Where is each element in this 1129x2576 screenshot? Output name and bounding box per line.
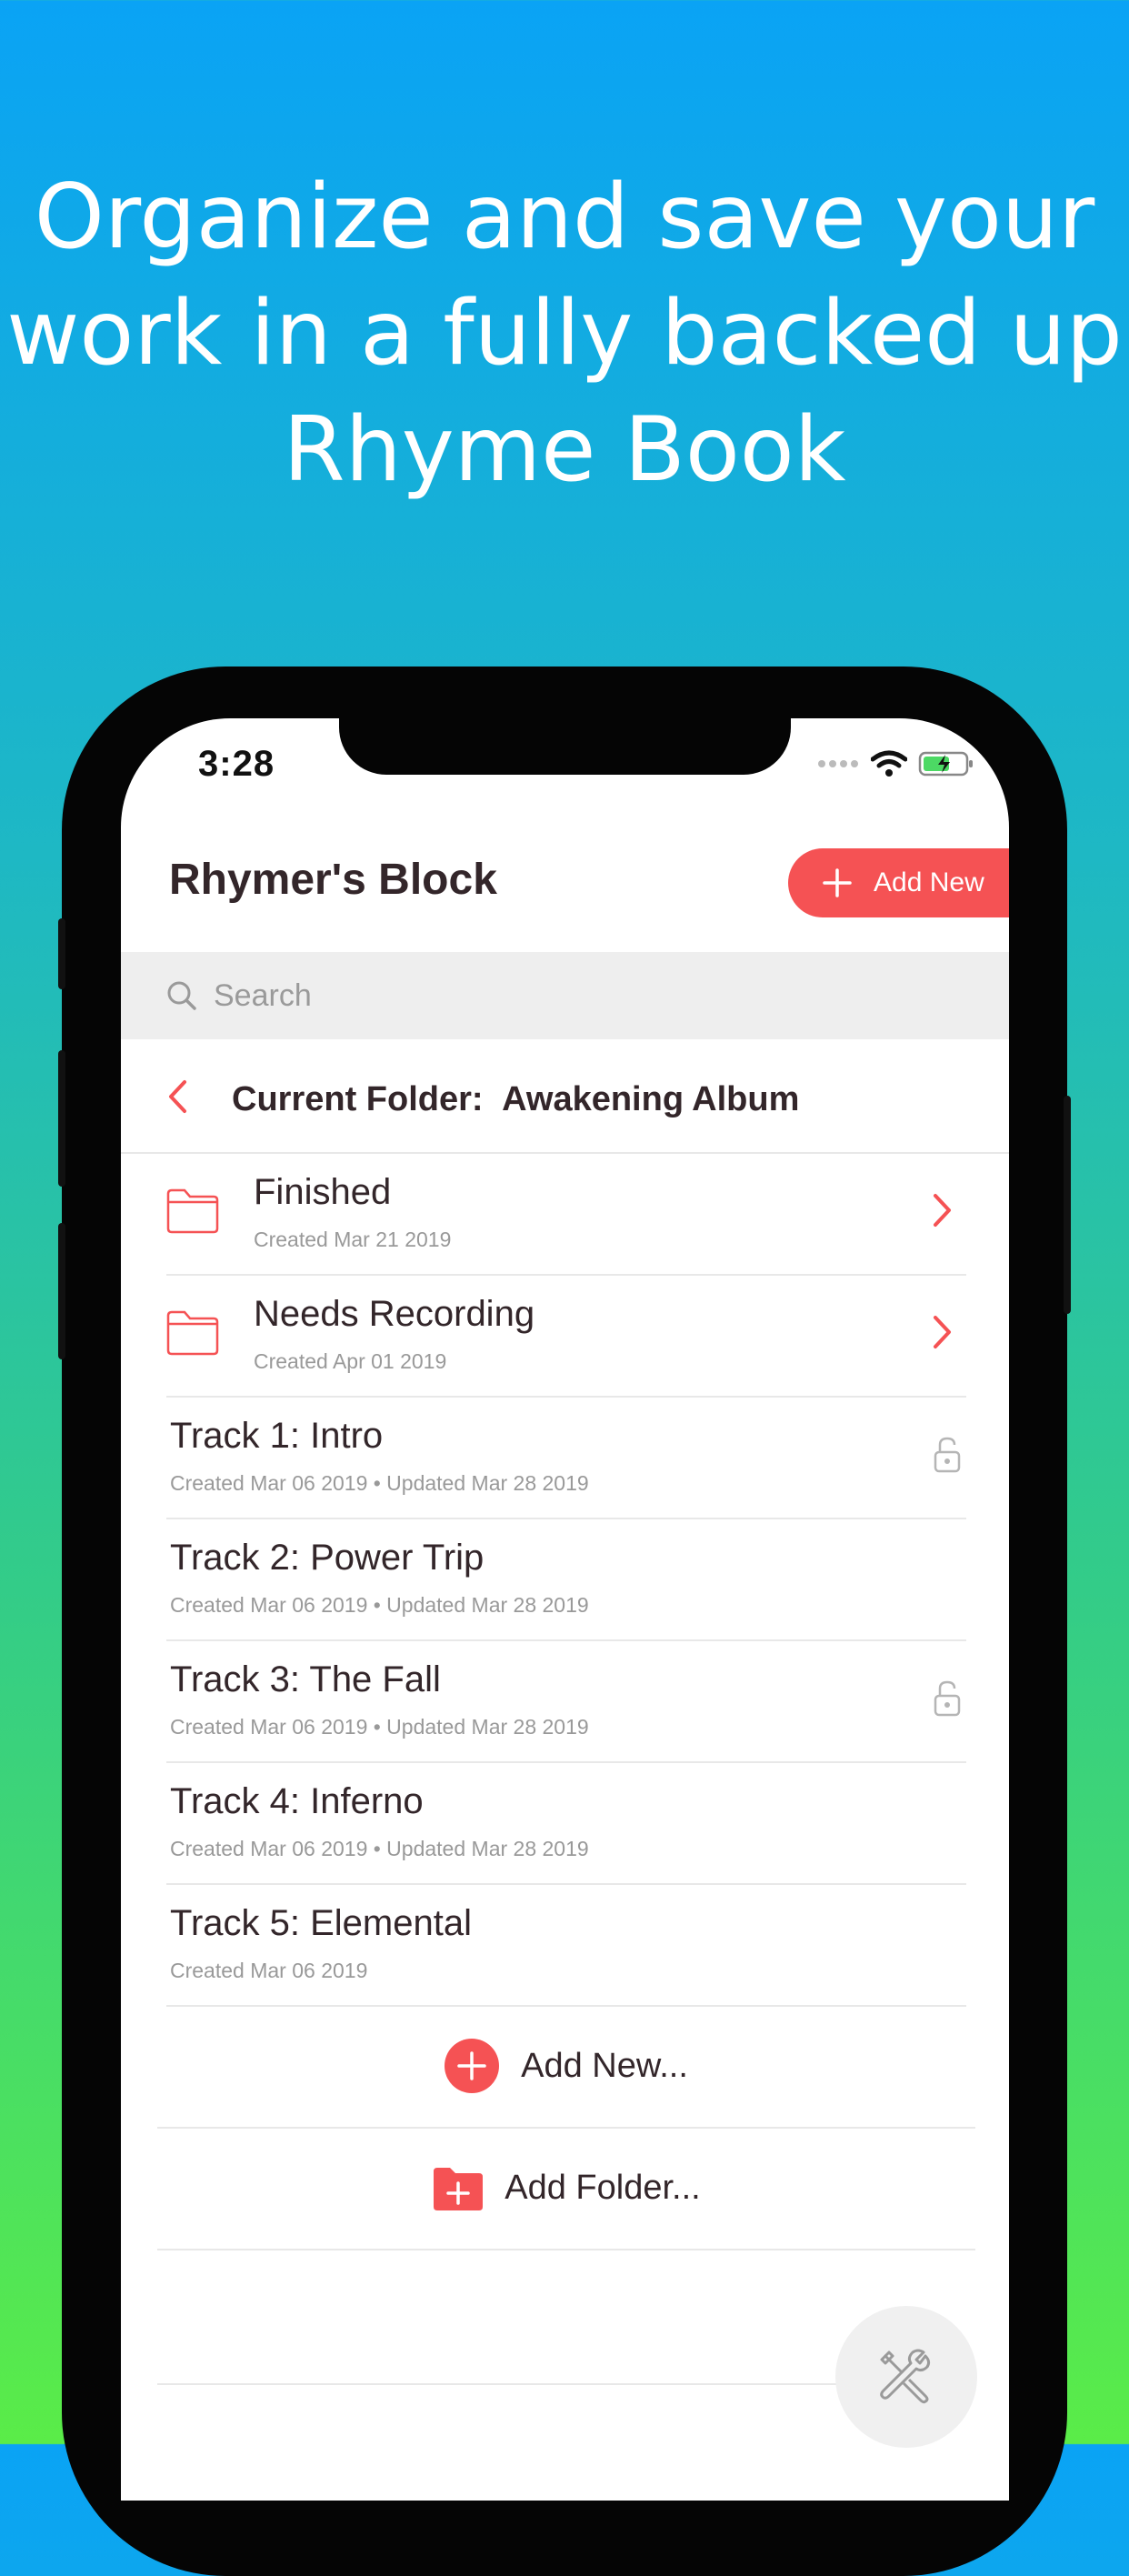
add-new-row-content: Add New... [157, 2005, 975, 2127]
track-row-4[interactable]: Track 4: Inferno Created Mar 06 2019 • U… [166, 1761, 966, 1885]
add-folder-row-content: Add Folder... [157, 2127, 975, 2249]
search-input[interactable] [212, 977, 852, 1015]
folder-icon [166, 1310, 219, 1356]
track-title: Track 1: Intro [170, 1416, 384, 1456]
signal-dots-icon [818, 760, 858, 767]
add-circle-icon [445, 2039, 500, 2093]
folder-title: Finished [254, 1172, 392, 1212]
current-folder-bar: Current Folder: Awakening Album [121, 1039, 1009, 1154]
chevron-right-icon [934, 1194, 951, 1227]
add-new-button-label: Add New [874, 867, 984, 897]
headline-line-2: work in a fully backed up [6, 282, 1123, 386]
chevron-right-icon [934, 1316, 951, 1348]
track-title: Track 4: Inferno [170, 1781, 424, 1821]
folder-title: Needs Recording [254, 1294, 535, 1334]
folder-row-needs-recording[interactable]: Needs Recording Created Apr 01 2019 [166, 1274, 966, 1398]
folder-row-finished[interactable]: Finished Created Mar 21 2019 [166, 1152, 966, 1276]
track-row-5[interactable]: Track 5: Elemental Created Mar 06 2019 [166, 1883, 966, 2007]
track-title: Track 3: The Fall [170, 1659, 441, 1699]
add-new-button[interactable]: Add New [788, 848, 1009, 917]
add-folder-icon [434, 2168, 484, 2210]
headline-line-1: Organize and save your [34, 165, 1095, 269]
track-dates: Created Mar 06 2019 [170, 1959, 368, 1982]
folder-created-date: Created Apr 01 2019 [254, 1349, 447, 1373]
notch [339, 718, 791, 775]
track-dates: Created Mar 06 2019 • Updated Mar 28 201… [170, 1715, 589, 1739]
current-folder-prefix: Current Folder: [232, 1080, 484, 1118]
folder-created-date: Created Mar 21 2019 [254, 1228, 452, 1251]
track-row-3[interactable]: Track 3: The Fall Created Mar 06 2019 • … [166, 1639, 966, 1763]
back-chevron-icon[interactable] [166, 1078, 188, 1115]
tools-button[interactable] [835, 2306, 977, 2448]
search-icon [167, 981, 196, 1010]
phone-volume-up-button [58, 1050, 65, 1187]
status-time: 3:28 [198, 744, 275, 784]
app-title: Rhymer's Block [169, 856, 497, 904]
app-screen: 3:28 Rhymer's Block Add New Search Curre… [121, 718, 1009, 2501]
promo-headline: Organize and save your work in a fully b… [0, 159, 1129, 508]
plus-icon [823, 868, 852, 897]
add-folder-row-label: Add Folder... [505, 2168, 701, 2207]
wifi-icon [871, 750, 907, 777]
tools-icon [880, 2349, 931, 2404]
phone-volume-down-button [58, 1223, 65, 1359]
phone-side-button [58, 918, 65, 989]
track-dates: Created Mar 06 2019 • Updated Mar 28 201… [170, 1837, 589, 1860]
search-bar[interactable] [121, 952, 1009, 1039]
folder-icon [166, 1188, 219, 1234]
track-title: Track 5: Elemental [170, 1903, 472, 1943]
track-dates: Created Mar 06 2019 • Updated Mar 28 201… [170, 1593, 589, 1617]
add-new-row[interactable]: Add New... [157, 2005, 975, 2129]
status-icons [816, 746, 974, 782]
add-folder-row[interactable]: Add Folder... [157, 2127, 975, 2250]
add-new-row-label: Add New... [521, 2046, 688, 2085]
battery-charging-icon [918, 751, 973, 777]
unlocked-padlock-icon[interactable] [934, 1679, 961, 1718]
track-row-2[interactable]: Track 2: Power Trip Created Mar 06 2019 … [166, 1518, 966, 1641]
current-folder-name: Awakening Album [502, 1080, 800, 1118]
phone-power-button [1064, 1096, 1071, 1314]
unlocked-padlock-icon[interactable] [934, 1436, 961, 1474]
headline-line-3: Rhyme Book [283, 398, 846, 502]
track-row-1[interactable]: Track 1: Intro Created Mar 06 2019 • Upd… [166, 1396, 966, 1519]
track-title: Track 2: Power Trip [170, 1538, 485, 1578]
track-dates: Created Mar 06 2019 • Updated Mar 28 201… [170, 1471, 589, 1495]
current-folder-label: Current Folder: Awakening Album [232, 1080, 799, 1119]
